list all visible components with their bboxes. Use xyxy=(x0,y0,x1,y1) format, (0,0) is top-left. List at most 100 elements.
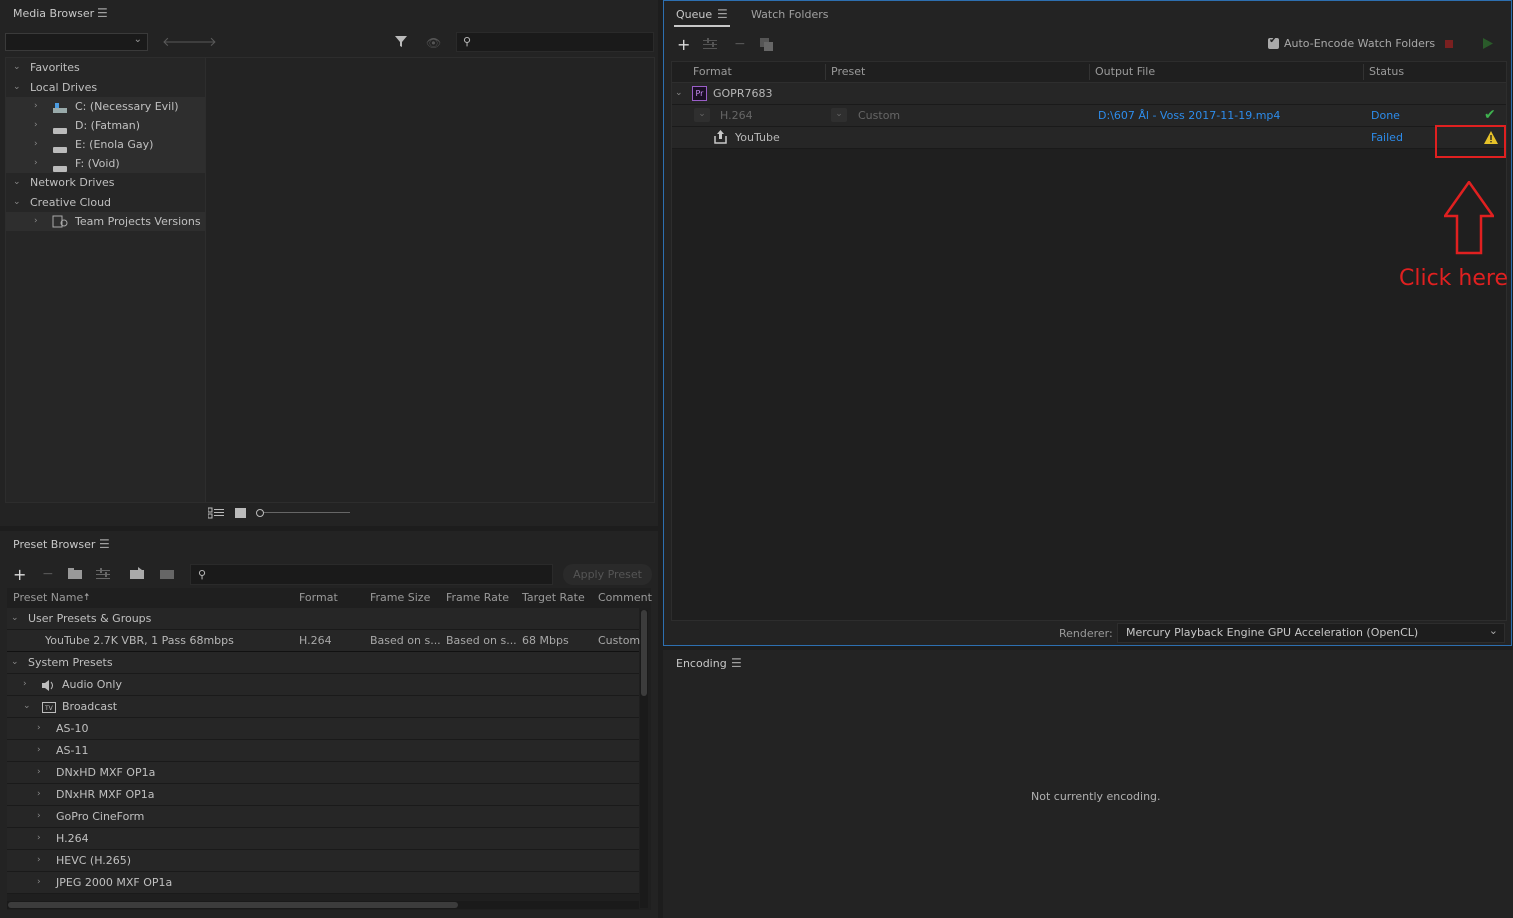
forward-arrow-icon[interactable]: 🡒 xyxy=(182,34,217,50)
chevron-down-icon: ⌄ xyxy=(1488,624,1498,637)
tree-item-team-projects[interactable]: › Team Projects Versions xyxy=(6,212,205,231)
preset-target-rate: 68 Mbps xyxy=(522,634,569,647)
preset-name: YouTube 2.7K VBR, 1 Pass 68mbps xyxy=(45,634,234,647)
tree-item-drive-d[interactable]: › D: (Fatman) xyxy=(6,116,205,135)
preset-table-header: Preset Name 🠅 Format Frame Size Frame Ra… xyxy=(7,588,652,608)
item-preset[interactable]: Custom xyxy=(858,105,900,126)
item-format[interactable]: H.264 xyxy=(720,105,753,126)
preset-browser-panel: Preset Browser ☰ + − ⚲ Apply Preset Pres… xyxy=(0,531,658,918)
chevron-right-icon: › xyxy=(37,811,41,821)
stop-queue-icon[interactable] xyxy=(1445,40,1453,48)
new-group-icon[interactable] xyxy=(68,568,84,583)
media-browser-location-dropdown[interactable]: ⌄ xyxy=(5,33,148,51)
active-tab-underline xyxy=(674,25,730,27)
preset-search-input[interactable]: ⚲ xyxy=(190,564,553,585)
list-view-icon[interactable] xyxy=(207,507,224,522)
chevron-right-icon: › xyxy=(34,216,38,226)
chevron-down-icon: ⌄ xyxy=(675,88,683,98)
filter-icon[interactable] xyxy=(394,34,408,51)
tree-label: E: (Enola Gay) xyxy=(75,138,154,151)
duplicate-icon[interactable] xyxy=(760,38,774,54)
publish-status: Failed xyxy=(1371,131,1403,144)
scrollbar-thumb[interactable] xyxy=(641,610,647,696)
category-label: Broadcast xyxy=(62,700,118,713)
preset-settings-icon[interactable] xyxy=(96,568,110,583)
add-preset-icon[interactable]: + xyxy=(13,565,26,584)
column-header[interactable]: Format xyxy=(299,588,338,608)
media-browser-search-input[interactable]: ⚲ xyxy=(456,32,654,52)
preset-category-broadcast[interactable]: ⌄ TV Broadcast xyxy=(7,696,639,718)
add-source-icon[interactable]: + xyxy=(677,35,690,54)
preset-category-gopro[interactable]: › GoPro CineForm xyxy=(7,806,639,828)
column-header[interactable]: Target Rate xyxy=(522,588,585,608)
column-header[interactable]: Preset Name xyxy=(13,588,83,608)
thumbnail-size-slider[interactable] xyxy=(256,509,350,517)
vertical-scrollbar[interactable] xyxy=(640,610,648,908)
category-label: HEVC (H.265) xyxy=(56,854,132,867)
slider-handle[interactable] xyxy=(256,509,264,517)
chevron-right-icon: › xyxy=(37,833,41,843)
media-browser-title: Media Browser xyxy=(13,7,95,20)
tree-item-drive-c[interactable]: › C: (Necessary Evil) xyxy=(6,97,205,116)
renderer-dropdown[interactable]: Mercury Playback Engine GPU Acceleration… xyxy=(1117,623,1505,643)
column-header[interactable]: Output File xyxy=(1095,62,1155,82)
panel-menu-icon[interactable]: ☰ xyxy=(731,656,742,670)
tree-item-local-drives[interactable]: ⌄ Local Drives xyxy=(6,78,205,97)
queue-publish-row[interactable]: YouTube Failed xyxy=(672,127,1506,149)
preset-group-user[interactable]: ⌄ User Presets & Groups xyxy=(7,608,639,630)
column-header[interactable]: Comment xyxy=(598,588,652,608)
preset-category-dnxhd[interactable]: › DNxHD MXF OP1a xyxy=(7,762,639,784)
preset-dropdown-icon[interactable]: ⌄ xyxy=(831,108,847,122)
queue-settings-icon[interactable] xyxy=(703,38,717,53)
scrollbar-thumb[interactable] xyxy=(8,902,458,908)
remove-preset-icon[interactable]: − xyxy=(42,566,54,582)
encoding-title: Encoding xyxy=(676,657,727,670)
category-label: GoPro CineForm xyxy=(56,810,145,823)
queue-source-row[interactable]: ⌄ Pr GOPR7683 xyxy=(672,83,1506,105)
preset-category-h264[interactable]: › H.264 xyxy=(7,828,639,850)
view-icon[interactable]: 👁 xyxy=(426,36,441,50)
tree-item-drive-e[interactable]: › E: (Enola Gay) xyxy=(6,135,205,154)
tab-watch-folders[interactable]: Watch Folders xyxy=(751,8,828,21)
horizontal-scrollbar[interactable] xyxy=(7,901,639,909)
preset-group-system[interactable]: ⌄ System Presets xyxy=(7,652,639,674)
column-header[interactable]: Frame Rate xyxy=(446,588,509,608)
chevron-down-icon: ⌄ xyxy=(13,197,21,207)
apply-preset-button[interactable]: Apply Preset xyxy=(563,564,652,585)
preset-browser-title: Preset Browser xyxy=(13,538,96,551)
column-header[interactable]: Preset xyxy=(831,62,865,82)
preset-category-dnxhr[interactable]: › DNxHR MXF OP1a xyxy=(7,784,639,806)
remove-icon[interactable]: − xyxy=(734,36,746,52)
panel-menu-icon[interactable]: ☰ xyxy=(99,537,110,551)
column-header[interactable]: Format xyxy=(693,62,732,82)
chevron-down-icon: ⌄ xyxy=(11,657,19,667)
tree-label: C: (Necessary Evil) xyxy=(75,100,179,113)
tree-item-network-drives[interactable]: ⌄ Network Drives xyxy=(6,173,205,192)
column-header[interactable]: Status xyxy=(1369,62,1404,82)
tree-item-drive-f[interactable]: › F: (Void) xyxy=(6,154,205,173)
panel-menu-icon[interactable]: ☰ xyxy=(717,7,728,21)
import-preset-icon[interactable] xyxy=(130,567,146,583)
panel-menu-icon[interactable]: ☰ xyxy=(97,6,108,20)
column-header[interactable]: Frame Size xyxy=(370,588,430,608)
format-dropdown-icon[interactable]: ⌄ xyxy=(694,108,710,122)
preset-category-as11[interactable]: › AS-11 xyxy=(7,740,639,762)
preset-category-audio-only[interactable]: › Audio Only xyxy=(7,674,639,696)
preset-category-jpeg2000[interactable]: › JPEG 2000 MXF OP1a xyxy=(7,872,639,894)
sort-ascending-icon: 🠅 xyxy=(84,592,90,603)
item-output-file[interactable]: D:\607 Ål - Voss 2017-11-19.mp4 xyxy=(1098,105,1280,126)
export-preset-icon[interactable] xyxy=(160,567,176,583)
queue-item-row[interactable]: ⌄ H.264 ⌄ Custom D:\607 Ål - Voss 2017-1… xyxy=(672,105,1506,127)
preset-category-as10[interactable]: › AS-10 xyxy=(7,718,639,740)
preset-row-user[interactable]: YouTube 2.7K VBR, 1 Pass 68mbps H.264 Ba… xyxy=(7,630,640,653)
team-projects-icon xyxy=(52,215,68,234)
start-queue-icon[interactable] xyxy=(1483,38,1493,52)
preset-category-hevc[interactable]: › HEVC (H.265) xyxy=(7,850,639,872)
tab-queue[interactable]: Queue xyxy=(676,8,712,21)
preset-format: H.264 xyxy=(299,634,332,647)
auto-encode-checkbox[interactable]: ✔ xyxy=(1268,35,1279,49)
apply-preset-label: Apply Preset xyxy=(573,568,642,581)
icon-view-icon[interactable] xyxy=(235,508,246,521)
tree-item-creative-cloud[interactable]: ⌄ Creative Cloud xyxy=(6,193,205,212)
tree-item-favorites[interactable]: ⌄ Favorites xyxy=(6,58,205,77)
